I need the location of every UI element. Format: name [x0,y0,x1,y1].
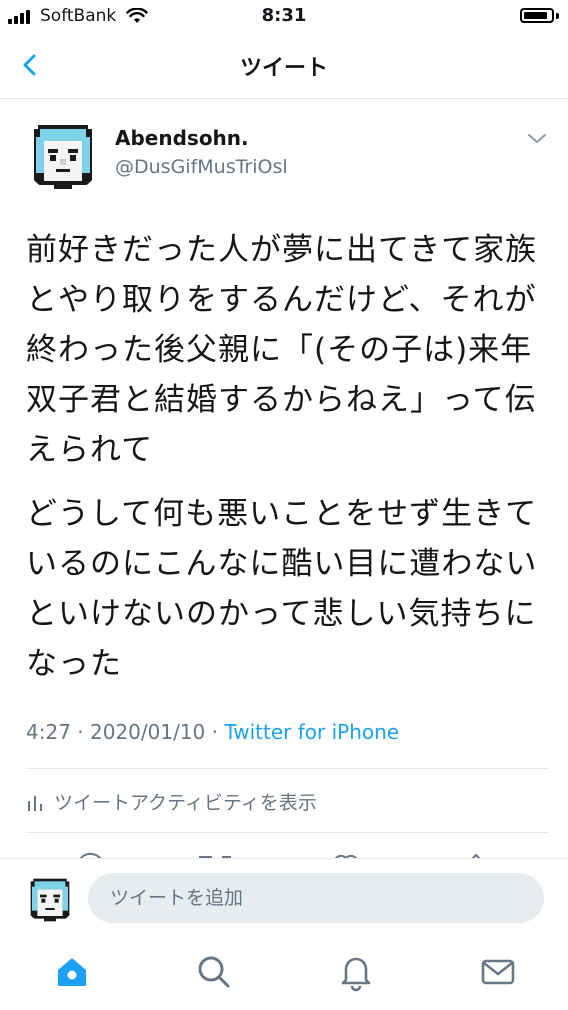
nav-header: ツイート [0,34,568,99]
battery-icon [520,8,554,23]
home-icon[interactable] [52,952,92,992]
user-handle[interactable]: @DusGifMusTriOsl [115,156,288,178]
status-time: 8:31 [261,5,307,26]
activity-label: ツイートアクティビティを表示 [54,792,317,814]
my-avatar[interactable] [24,872,76,924]
tweet-time: 4:27 [26,720,71,744]
tweet-source-link[interactable]: Twitter for iPhone [224,720,399,744]
messages-icon[interactable] [478,952,518,992]
tweet-meta: 4:27 · 2020/01/10 · Twitter for iPhone [26,720,400,744]
avatar-pixel-art [24,115,102,193]
bar-chart-icon [28,796,42,811]
tweet-text: 前好きだった人が夢に出てきて家族とやり取りをするんだけど、それが終わった後父親に… [26,225,546,703]
avatar[interactable] [24,115,102,193]
page-title: ツイート [239,56,328,81]
divider [26,768,548,769]
tweet-date: 2020/01/10 [90,720,206,744]
display-name[interactable]: Abendsohn. [115,126,249,150]
tweet-paragraph: どうして何も悪いことをせず生きているのにこんなに酷い目に遭わないといけないのかっ… [26,496,538,682]
avatar-pixel-art [24,872,76,924]
reply-input[interactable]: ツイートを追加 [88,873,544,923]
status-bar: SoftBank 8:31 [0,0,568,34]
battery-cap [556,13,559,19]
chevron-down-icon[interactable] [526,132,548,146]
tweet-activity-link[interactable]: ツイートアクティビティを表示 [26,788,317,815]
divider [26,832,548,833]
notifications-icon[interactable] [336,952,376,992]
search-icon[interactable] [194,952,234,992]
tweet-paragraph: 前好きだった人が夢に出てきて家族とやり取りをするんだけど、それが終わった後父親に… [26,232,538,468]
